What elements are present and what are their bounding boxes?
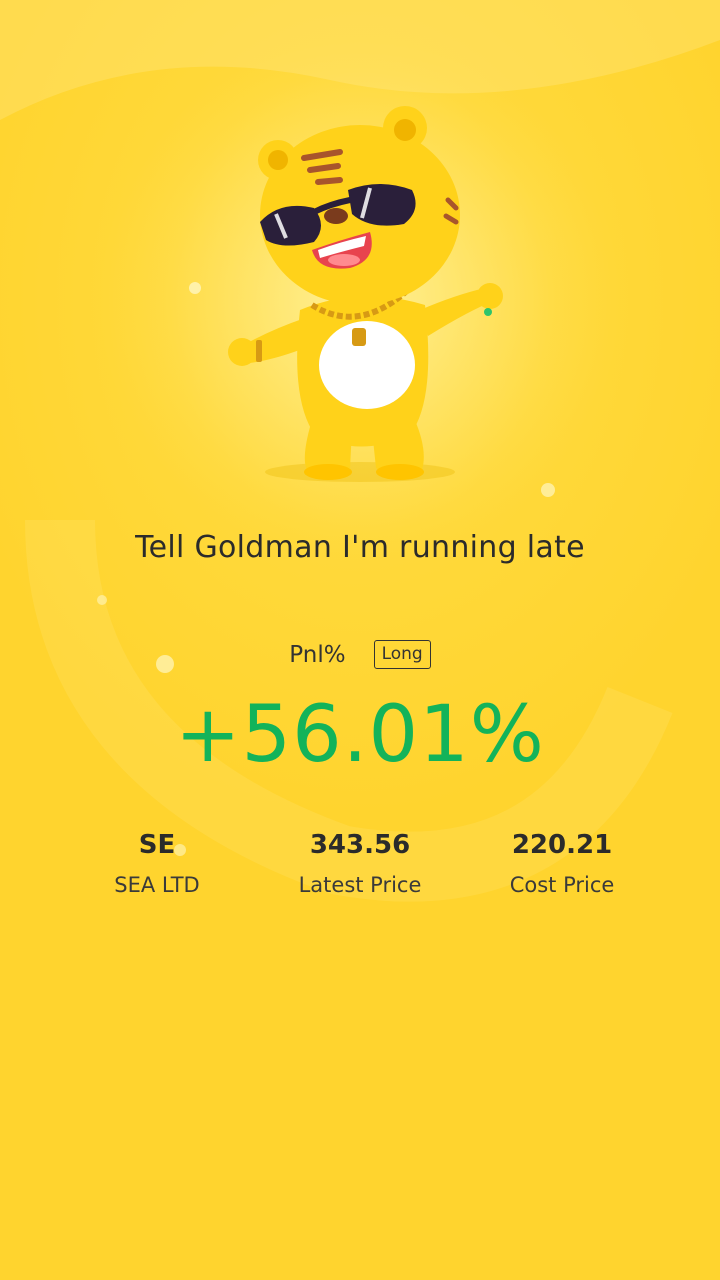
pnl-percent-value: +56.01% [175,690,545,780]
latest-price-value: 343.56 [309,830,411,860]
stat-cost-price: 220.21 Cost Price [462,826,662,900]
position-type-badge: Long [373,640,431,669]
stat-symbol: SE SEA LTD [57,826,257,900]
cost-price-value: 220.21 [511,830,613,860]
stock-name: SEA LTD [114,873,200,897]
pnl-label: Pnl% [289,641,346,668]
stats-row: SE SEA LTD 343.56 Latest Price 220.21 Co… [0,826,720,916]
stock-symbol: SE [138,830,176,860]
cost-price-label: Cost Price [509,873,615,897]
tiger-mascot-sunglasses-icon [228,106,503,482]
stat-latest-price: 343.56 Latest Price [260,826,460,900]
tagline-text: Tell Goldman I'm running late [135,530,585,565]
latest-price-label: Latest Price [298,873,422,897]
pnl-header: Pnl% Long [0,640,720,669]
